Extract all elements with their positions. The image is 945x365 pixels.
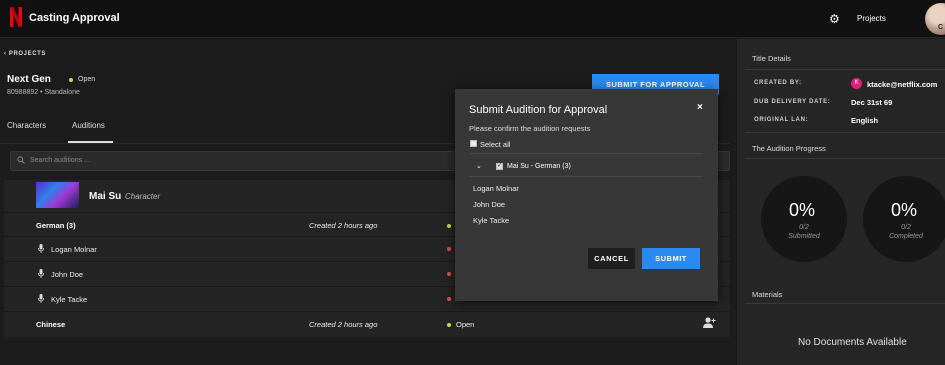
performer-name: Kyle Tacke [51,295,88,304]
modal-performer: Logan Molnar [473,184,519,193]
section-divider [745,132,945,133]
submitted-count: 0/2 [799,224,809,231]
chevron-down-icon[interactable]: ⌄ [476,162,482,170]
project-subtitle: 80988892 • Standalone [7,89,80,96]
no-documents-message: No Documents Available [798,337,907,348]
materials-heading: Materials [752,290,783,299]
character-type: Character [125,192,161,201]
character-thumbnail [36,182,79,208]
performer-name: Logan Molnar [51,245,97,254]
section-divider [745,303,945,304]
app-title: Casting Approval [29,12,120,24]
original-language-label: ORIGINAL LAN: [754,117,809,123]
modal-divider [470,176,703,177]
netflix-logo-icon[interactable] [10,7,22,27]
project-status: Open [69,76,95,83]
modal-performer: John Doe [473,200,506,209]
group-checkbox[interactable] [496,162,503,170]
search-icon [17,156,25,164]
projects-link[interactable]: Projects [857,14,886,23]
cancel-button[interactable]: CANCEL [588,248,635,269]
tab-auditions[interactable]: Auditions [72,121,105,130]
original-language-value: English [851,116,879,125]
open-status-dot [69,77,73,82]
submit-button[interactable]: SUBMIT [642,248,700,269]
submitted-percent: 0% [789,200,816,220]
gear-icon[interactable]: ⚙ [829,13,840,25]
project-title: Next Gen [7,74,51,85]
group-status: Open [447,320,474,329]
dub-delivery-label: DUB DELIVERY DATE: [754,99,831,105]
breadcrumb-label: PROJECTS [8,51,47,57]
created-time: Created 2 hours ago [309,221,378,230]
select-all-checkbox[interactable] [470,140,477,147]
audition-progress-heading: The Audition Progress [752,144,826,153]
group-label: Mai Su - German (3) [507,163,571,170]
avatar-initial: C [938,24,944,31]
row-divider [4,311,730,312]
microphone-icon [38,269,44,278]
pending-status-dot [447,247,451,251]
project-status-label: Open [78,76,96,83]
section-divider [745,69,945,70]
section-divider [745,158,945,159]
add-person-icon[interactable] [703,317,716,328]
tab-characters[interactable]: Characters [7,121,46,130]
submit-approval-modal [455,89,718,301]
dub-delivery-value: Dec 31st 69 [851,98,893,107]
user-badge: K [851,78,862,89]
created-by-value: ktacke@netflix.com [867,80,938,89]
search-placeholder: Search auditions ... [30,157,90,164]
character-name: Mai Su [89,191,122,202]
created-by-label: CREATED BY: [754,80,802,86]
top-bar [0,0,945,38]
breadcrumb[interactable]: ‹ PROJECTS [4,51,46,57]
modal-divider [470,153,703,154]
submitted-label: Submitted [788,233,820,240]
close-icon[interactable]: × [697,102,703,113]
modal-description: Please confirm the audition requests [469,124,591,133]
pending-status-dot [447,297,451,301]
language-group-german[interactable]: German (3) [36,221,76,230]
group-status-label: Open [456,320,475,329]
open-status-dot [447,322,451,327]
pending-status-dot [447,272,451,276]
microphone-icon [38,244,44,253]
completed-percent: 0% [891,200,918,220]
modal-performer: Kyle Tacke [473,216,510,225]
performer-name: John Doe [51,270,84,279]
completed-count: 0/2 [901,224,911,231]
microphone-icon [38,294,44,303]
title-details-heading: Title Details [752,54,791,63]
modal-title: Submit Audition for Approval [469,104,608,116]
select-all-label[interactable]: Select all [480,140,510,149]
created-time: Created 2 hours ago [309,320,378,329]
status-dot [447,224,451,228]
completed-label: Completed [889,233,923,240]
language-group-chinese[interactable]: Chinese [36,320,65,329]
